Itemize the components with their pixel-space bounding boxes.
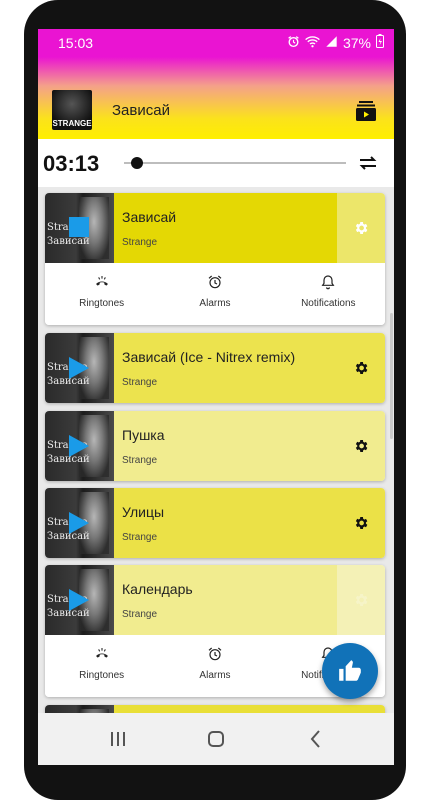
song-row[interactable]: Strange Зависай Зависай (Ice - Nitrex remi… — [45, 333, 385, 403]
song-info[interactable]: Зависай (Ice - Nitrex remix) Strange — [114, 333, 337, 403]
ringtone-icon — [95, 276, 108, 286]
play-icon[interactable] — [69, 357, 89, 379]
alarm-clock-icon — [208, 647, 222, 661]
song-title: Зависай — [122, 209, 177, 225]
bell-icon — [321, 275, 335, 290]
stop-icon[interactable] — [69, 217, 89, 237]
album-avatar[interactable]: STRANGE — [52, 90, 92, 130]
set-notification-button[interactable]: Notifications — [272, 263, 385, 325]
song-settings-button[interactable] — [337, 565, 385, 635]
playlist-play-icon — [356, 101, 376, 121]
song-settings-button[interactable] — [337, 333, 385, 403]
home-button[interactable] — [204, 727, 228, 751]
action-label: Ringtones — [79, 670, 125, 681]
back-button[interactable] — [304, 727, 328, 751]
battery-percent: 37% — [342, 34, 371, 51]
song-settings-button[interactable] — [337, 193, 385, 263]
song-artist: Strange — [122, 455, 158, 466]
wifi-icon — [305, 35, 320, 51]
gear-icon — [355, 222, 368, 234]
back-icon — [310, 730, 320, 748]
song-thumbnail[interactable]: StrangeЗависай — [45, 193, 114, 263]
avatar-text: STRANGE — [52, 119, 92, 128]
alarm-icon — [287, 35, 300, 51]
action-label: Alarms — [199, 670, 231, 681]
recent-apps-button[interactable] — [106, 727, 130, 751]
song-artist: Strange — [122, 237, 158, 248]
repeat-icon — [359, 156, 377, 170]
list-scrollbar[interactable] — [390, 313, 393, 439]
song-thumbnail[interactable]: StrangeЗависай — [45, 333, 114, 403]
song-thumbnail[interactable]: StrangeЗависай — [45, 488, 114, 558]
action-label: Notifications — [301, 298, 356, 309]
gear-icon — [355, 440, 368, 452]
app-title: Зависай — [112, 102, 170, 119]
signal-icon — [325, 35, 338, 51]
recents-icon — [111, 732, 125, 746]
ringtone-icon — [95, 648, 108, 658]
song-actions: Ringtones Alarms Notifications — [45, 263, 385, 325]
song-artist: Strange — [122, 609, 158, 620]
play-icon[interactable] — [69, 435, 89, 457]
status-bar: 15:03 37% — [38, 29, 394, 57]
status-time: 15:03 — [58, 35, 94, 51]
action-label: Alarms — [199, 298, 231, 309]
set-alarm-button[interactable]: Alarms — [158, 263, 271, 325]
song-card[interactable]: Strange Зависай Улицы Strange — [45, 488, 385, 558]
song-thumbnail[interactable]: StrangeЗависай — [45, 411, 114, 481]
set-alarm-button[interactable]: Alarms — [158, 635, 271, 697]
like-fab-button[interactable] — [322, 643, 378, 699]
set-ringtone-button[interactable]: Ringtones — [45, 635, 158, 697]
play-icon[interactable] — [69, 589, 89, 611]
song-row[interactable]: Strange Зависай Улицы Strange — [45, 488, 385, 558]
song-info[interactable]: Улицы Strange — [114, 488, 337, 558]
song-card[interactable]: Strange Зависай Пушка Strange — [45, 411, 385, 481]
play-icon[interactable] — [69, 512, 89, 534]
app-bar: STRANGE Зависай — [38, 57, 394, 139]
gear-icon — [355, 594, 368, 606]
screen: 15:03 37% STRANGE Зависай 03:13 Strange … — [38, 29, 394, 765]
battery-icon — [376, 34, 384, 51]
seek-bar[interactable] — [124, 162, 346, 164]
thumbs-up-icon — [339, 660, 361, 681]
song-info[interactable]: Пушка Strange — [114, 411, 337, 481]
gear-icon — [355, 517, 368, 529]
song-thumbnail[interactable]: StrangeЗависай — [45, 565, 114, 635]
song-card[interactable]: Strange Зависай Зависай Strange Ringtones Ala… — [45, 193, 385, 325]
song-row[interactable]: Strange Зависай Зависай Strange — [45, 193, 385, 263]
song-info[interactable]: Календарь Strange — [114, 565, 337, 635]
player-time: 03:13 — [43, 151, 100, 176]
song-card[interactable]: Strange Зависай Зависай (Ice - Nitrex remi… — [45, 333, 385, 403]
song-title: Пушка — [122, 427, 165, 443]
playlist-button[interactable] — [354, 99, 378, 123]
song-title: Календарь — [122, 581, 193, 597]
song-row[interactable]: Strange Зависай Календарь Strange — [45, 565, 385, 635]
action-label: Ringtones — [79, 298, 125, 309]
repeat-button[interactable] — [356, 151, 380, 175]
alarm-clock-icon — [208, 275, 222, 289]
song-settings-button[interactable] — [337, 411, 385, 481]
set-ringtone-button[interactable]: Ringtones — [45, 263, 158, 325]
song-artist: Strange — [122, 377, 158, 388]
status-icons: 37% — [287, 34, 384, 51]
song-info[interactable]: Зависай Strange — [114, 193, 337, 263]
player-bar: 03:13 — [38, 139, 394, 187]
song-artist: Strange — [122, 532, 158, 543]
home-icon — [208, 731, 224, 747]
song-title: Улицы — [122, 504, 165, 520]
gear-icon — [355, 362, 368, 374]
song-settings-button[interactable] — [337, 488, 385, 558]
system-nav-bar — [38, 713, 394, 765]
seek-thumb[interactable] — [130, 157, 143, 169]
song-title: Зависай (Ice - Nitrex remix) — [122, 349, 296, 365]
song-row[interactable]: Strange Зависай Пушка Strange — [45, 411, 385, 481]
